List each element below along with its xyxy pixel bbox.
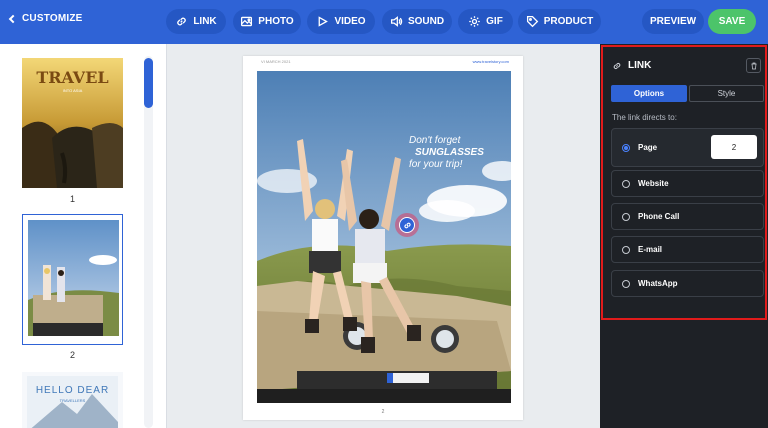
page-number: 2	[381, 409, 385, 415]
option-page[interactable]: Page	[611, 128, 764, 167]
page-header-left: VI MARCH 2021	[261, 59, 291, 64]
page-photo[interactable]: Don't forget SUNGLASSES for your trip!	[257, 71, 511, 403]
gif-icon	[469, 16, 480, 27]
thumbnail-number-2: 2	[69, 350, 75, 360]
top-toolbar: CUSTOMIZE LINK PHOTO VIDEO SOUND GIF PRO…	[0, 0, 768, 44]
photo-caption: Don't forget SUNGLASSES for your trip!	[409, 135, 484, 171]
link-icon	[613, 62, 621, 69]
back-label: CUSTOMIZE	[22, 13, 83, 24]
back-to-customize-button[interactable]: CUSTOMIZE	[8, 13, 83, 24]
option-page-label: Page	[638, 143, 658, 152]
link-settings-panel: LINK Options Style The link directs to: …	[600, 44, 768, 428]
panel-title: LINK	[612, 60, 651, 71]
video-tool-button[interactable]: VIDEO	[307, 9, 375, 34]
page-thumbnails-panel: TRAVEL INTO ASIA 1 2 HELLO DEAR TRAVELLE…	[0, 44, 167, 428]
link-directs-label: The link directs to:	[612, 113, 677, 122]
scrollbar-thumb[interactable]	[144, 58, 153, 108]
radio-website[interactable]	[622, 179, 630, 188]
tab-options[interactable]: Options	[611, 85, 687, 102]
thumbnails-scrollbar[interactable]	[144, 56, 153, 428]
sound-tool-label: SOUND	[407, 16, 445, 27]
photo-icon	[241, 16, 253, 27]
cover-title: TRAVEL	[36, 68, 109, 87]
page-thumbnail-1[interactable]: TRAVEL INTO ASIA	[22, 58, 123, 188]
link-hotspot[interactable]	[395, 213, 419, 237]
page-thumbnail-3[interactable]: HELLO DEAR TRAVELLERS	[22, 372, 123, 428]
page-number-input[interactable]	[711, 135, 757, 159]
editor-page[interactable]: VI MARCH 2021 www.travelstory.com Don't …	[243, 56, 523, 420]
option-whatsapp-label: WhatsApp	[638, 279, 678, 288]
photo-tool-label: PHOTO	[258, 16, 294, 27]
option-phone-call-label: Phone Call	[638, 212, 680, 221]
link-tool-button[interactable]: LINK	[166, 9, 226, 34]
delete-link-button[interactable]	[746, 58, 761, 73]
chevron-left-icon	[8, 14, 18, 24]
photo-image	[257, 71, 511, 403]
option-website-label: Website	[638, 179, 669, 188]
sound-tool-button[interactable]: SOUND	[382, 9, 452, 34]
page-thumbnail-2[interactable]	[22, 214, 123, 345]
caption-line-2: SUNGLASSES	[415, 147, 484, 158]
link-icon	[177, 17, 187, 26]
panel-title-label: LINK	[628, 60, 652, 71]
tab-style[interactable]: Style	[689, 85, 764, 102]
product-tool-button[interactable]: PRODUCT	[518, 9, 601, 34]
option-email-label: E-mail	[638, 245, 663, 254]
tag-icon	[526, 15, 539, 28]
product-tool-label: PRODUCT	[543, 16, 594, 27]
link-tool-label: LINK	[193, 16, 217, 27]
trash-icon	[751, 62, 756, 69]
radio-whatsapp[interactable]	[622, 279, 630, 288]
page-header-right: www.travelstory.com	[472, 59, 509, 64]
save-button[interactable]: SAVE	[708, 9, 756, 34]
caption-line-1: Don't forget	[409, 135, 461, 146]
radio-email[interactable]	[622, 245, 630, 254]
page-2-thumbnail-image	[23, 215, 122, 344]
option-email[interactable]: E-mail	[611, 236, 764, 263]
option-whatsapp[interactable]: WhatsApp	[611, 270, 764, 297]
option-phone-call[interactable]: Phone Call	[611, 203, 764, 230]
video-tool-label: VIDEO	[334, 16, 366, 27]
link-icon	[403, 222, 411, 228]
radio-phone-call[interactable]	[622, 212, 630, 221]
photo-tool-button[interactable]: PHOTO	[233, 9, 301, 34]
preview-button[interactable]: PREVIEW	[642, 9, 704, 34]
gif-tool-label: GIF	[486, 16, 503, 27]
caption-line-3: for your trip!	[409, 159, 463, 170]
sound-icon	[390, 16, 403, 27]
highlight-frame: LINK Options Style The link directs to: …	[601, 45, 767, 320]
option-website[interactable]: Website	[611, 170, 764, 197]
radio-page[interactable]	[622, 143, 630, 152]
cover-subtitle: INTO ASIA	[62, 88, 83, 93]
video-icon	[319, 16, 329, 27]
gif-tool-button[interactable]: GIF	[458, 9, 513, 34]
page-3-subtitle: TRAVELLERS	[59, 398, 86, 403]
page-3-title: HELLO DEAR	[35, 385, 110, 396]
editor-canvas: VI MARCH 2021 www.travelstory.com Don't …	[167, 44, 600, 428]
thumbnail-number-1: 1	[69, 194, 75, 204]
